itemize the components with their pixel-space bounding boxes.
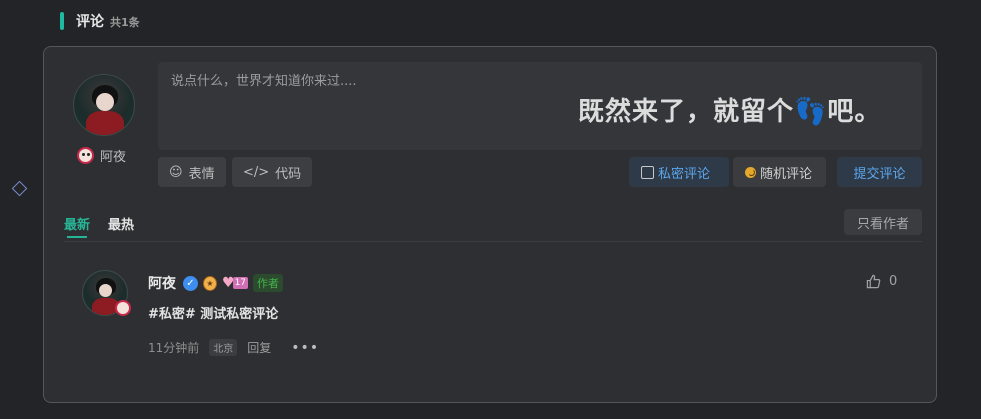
random-face-icon (745, 166, 756, 178)
comment-meta: 11分钟前 北京 回复 ••• (148, 339, 319, 356)
code-button[interactable]: </> 代码 (232, 157, 313, 187)
mask-badge-icon (77, 147, 94, 164)
tab-hottest[interactable]: 最热 (108, 214, 134, 238)
current-user-avatar (73, 74, 135, 136)
more-dots-icon[interactable]: ••• (291, 340, 319, 356)
private-comment-label: 私密评论 (658, 166, 711, 182)
diamond-icon[interactable] (11, 180, 28, 197)
submit-comment-label: 提交评论 (853, 166, 906, 182)
comment-author[interactable]: 阿夜 (148, 273, 176, 293)
tab-latest[interactable]: 最新 (64, 214, 90, 238)
current-user: 阿夜 (77, 146, 126, 165)
checkbox-icon[interactable] (641, 165, 654, 179)
medal-icon: ★ (203, 275, 217, 291)
avatar-mask-badge-icon (115, 300, 131, 316)
like-count: 0 (889, 274, 898, 289)
thumbs-up-icon (866, 274, 881, 289)
author-only-button[interactable]: 只看作者 (844, 209, 922, 235)
code-button-label: 代码 (275, 166, 302, 182)
reply-button[interactable]: 回复 (247, 339, 271, 356)
section-title: 评论 (76, 14, 104, 30)
sort-tabs: 最新 最热 (64, 214, 134, 238)
divider (64, 241, 922, 242)
comment-input[interactable] (158, 62, 922, 150)
current-user-name: 阿夜 (100, 150, 127, 165)
comment-time: 11分钟前 (148, 341, 200, 355)
comments-panel: 阿夜 既然来了，就留个👣吧。 ☺ 表情 </> 代码 私密评论 随机评论 提交评… (43, 46, 937, 403)
comments-header: 评论 共1条 (60, 11, 140, 31)
random-comment-button[interactable]: 随机评论 (733, 157, 826, 187)
emoji-button-label: 表情 (188, 166, 215, 182)
like-button[interactable]: 0 (866, 274, 897, 289)
comment-count: 共1条 (110, 16, 140, 29)
comment-header: 阿夜 ✓ ★ ♥ 17 作者 (148, 273, 284, 293)
emoji-button[interactable]: ☺ 表情 (158, 157, 226, 187)
section-accent-bar (60, 12, 64, 30)
comment-content: #私密# 测试私密评论 (148, 307, 279, 322)
level-badge: ♥ 17 (222, 276, 249, 290)
verified-check-icon: ✓ (183, 275, 198, 291)
submit-comment-button[interactable]: 提交评论 (837, 157, 922, 187)
private-comment-toggle[interactable]: 私密评论 (629, 157, 729, 187)
location-badge: 北京 (209, 339, 238, 356)
level-number: 17 (232, 277, 249, 289)
smile-icon: ☺ (169, 164, 183, 180)
author-tag: 作者 (253, 274, 284, 292)
code-icon: </> (243, 164, 270, 180)
random-comment-label: 随机评论 (760, 166, 813, 182)
